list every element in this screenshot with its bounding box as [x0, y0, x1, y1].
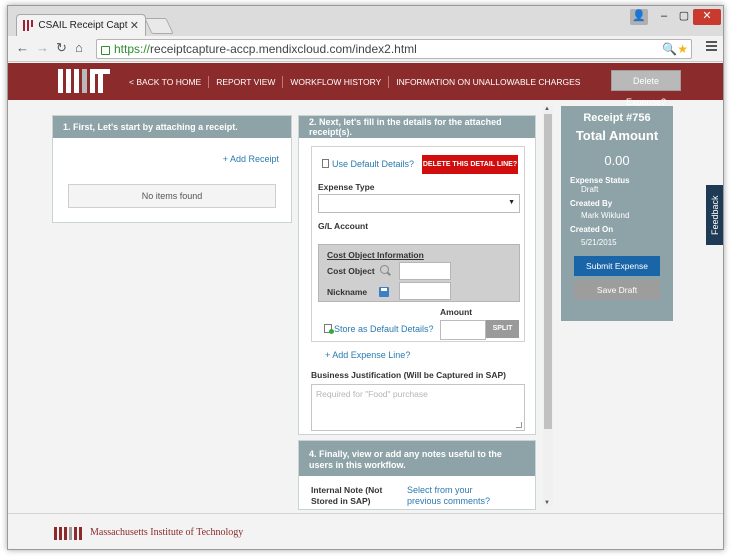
total-amount-label: Total Amount	[575, 128, 659, 143]
business-justification-label: Business Justification (Will be Captured…	[311, 370, 506, 380]
add-expense-line-link[interactable]: + Add Expense Line?	[325, 350, 410, 360]
site-header: < BACK TO HOME REPORT VIEW WORKFLOW HIST…	[8, 63, 723, 107]
mit-logo	[58, 69, 113, 93]
home-icon[interactable]: ⌂	[75, 40, 83, 55]
expense-status-value: Draft	[581, 185, 599, 194]
step2-title: 2. Next, let's fill in the details for t…	[299, 116, 535, 138]
url-scheme: https://	[114, 42, 151, 56]
created-by-value: Mark Wiklund	[581, 211, 630, 220]
amount-label: Amount	[440, 307, 473, 317]
delete-expense-button[interactable]: Delete Expense?	[611, 70, 681, 107]
user-icon[interactable]: 👤	[630, 9, 648, 25]
document-icon	[322, 159, 329, 168]
scroll-down-icon[interactable]: ▼	[544, 500, 550, 506]
nav-back-to-home[interactable]: < BACK TO HOME	[122, 76, 210, 88]
new-tab-button[interactable]	[144, 18, 174, 34]
amount-input[interactable]	[440, 320, 486, 340]
split-button[interactable]: SPLIT	[486, 320, 519, 338]
created-by-label: Created By	[570, 199, 613, 208]
attach-receipt-panel: 1. First, Let's start by attaching a rec…	[52, 115, 292, 223]
receipt-number: Receipt #756	[583, 112, 651, 124]
receipt-summary-panel: Receipt #756 Total Amount 0.00 Expense S…	[561, 106, 673, 321]
nav-report-view[interactable]: REPORT VIEW	[209, 76, 284, 88]
minimize-icon[interactable]: –	[657, 9, 671, 25]
nav-unallowable-charges[interactable]: INFORMATION ON UNALLOWABLE CHARGES	[389, 76, 587, 88]
expense-type-label: Expense Type	[318, 182, 375, 192]
add-receipt-link[interactable]: + Add Receipt	[223, 154, 279, 164]
browser-window: CSAIL Receipt Capture - C ✕ 👤 – ▢ ✕ ← → …	[7, 5, 724, 550]
notes-panel: 4. Finally, view or add any notes useful…	[298, 440, 536, 510]
star-icon[interactable]: ★	[677, 42, 688, 56]
nickname-label: Nickname	[327, 287, 368, 297]
scroll-up-icon[interactable]: ▲	[544, 106, 550, 112]
delete-detail-line-button[interactable]: DELETE THIS DETAIL LINE?	[422, 155, 518, 174]
mit-favicon-icon	[23, 20, 33, 31]
tab-strip: CSAIL Receipt Capture - C ✕ 👤 – ▢ ✕	[8, 6, 723, 36]
step4-title: 4. Finally, view or add any notes useful…	[299, 441, 535, 476]
detail-line: Use Default Details? DELETE THIS DETAIL …	[311, 146, 525, 342]
maximize-icon[interactable]: ▢	[677, 9, 691, 25]
dropdown-caret-icon: ▼	[508, 199, 515, 206]
back-arrow-icon[interactable]: ←	[16, 40, 29, 55]
cost-object-section: Cost Object Information Cost Object Nick…	[318, 244, 520, 302]
feedback-tab[interactable]: Feedback	[706, 185, 723, 245]
resize-handle-icon[interactable]	[516, 422, 522, 428]
page: < BACK TO HOME REPORT VIEW WORKFLOW HIST…	[8, 63, 723, 549]
business-justification-textarea[interactable]: Required for "Food" purchase	[311, 384, 525, 431]
no-items-message: No items found	[68, 184, 276, 208]
scroll-thumb[interactable]	[544, 114, 552, 429]
browser-tab[interactable]: CSAIL Receipt Capture - C ✕	[16, 14, 146, 36]
select-previous-comments-link[interactable]: Select from your previous comments?	[407, 485, 507, 507]
address-bar[interactable]: https:// receiptcapture-accp.mendixcloud…	[96, 39, 692, 59]
submit-expense-button[interactable]: Submit Expense	[574, 256, 660, 276]
save-disk-icon[interactable]	[379, 287, 389, 297]
reload-icon[interactable]: ↻	[56, 40, 67, 56]
nav-workflow-history[interactable]: WORKFLOW HISTORY	[283, 76, 390, 88]
browser-toolbar: ← → ↻ ⌂ https:// receiptcapture-accp.men…	[8, 36, 723, 62]
search-icon[interactable]	[380, 265, 389, 274]
tab-title: CSAIL Receipt Capture - C	[38, 20, 128, 31]
mit-footer-logo	[54, 527, 86, 540]
expense-type-select[interactable]: ▼	[318, 194, 520, 213]
created-on-value: 5/21/2015	[581, 238, 617, 247]
close-window-icon[interactable]: ✕	[693, 9, 721, 25]
close-tab-icon[interactable]: ✕	[130, 19, 139, 32]
cost-object-label: Cost Object	[327, 266, 375, 276]
store-doc-icon	[324, 324, 334, 334]
use-default-details-link[interactable]: Use Default Details?	[322, 159, 414, 169]
cost-object-info-title: Cost Object Information	[327, 250, 424, 260]
zoom-star-icons[interactable]: 🔍★	[662, 42, 688, 56]
internal-note-label: Internal Note (Not Stored in SAP)	[311, 485, 383, 506]
gl-account-label: G/L Account	[318, 221, 369, 231]
receipt-details-panel: 2. Next, let's fill in the details for t…	[298, 115, 536, 435]
cost-object-input[interactable]	[399, 262, 451, 280]
lock-icon	[101, 45, 110, 55]
forward-arrow-icon[interactable]: →	[36, 40, 49, 55]
step1-title: 1. First, Let's start by attaching a rec…	[53, 116, 291, 138]
page-scrollbar[interactable]: ▲ ▼	[543, 106, 553, 506]
total-amount-value: 0.00	[604, 153, 630, 168]
save-draft-button[interactable]: Save Draft	[574, 280, 660, 300]
created-on-label: Created On	[570, 225, 614, 234]
menu-icon[interactable]	[706, 41, 717, 53]
main-nav: < BACK TO HOME REPORT VIEW WORKFLOW HIST…	[122, 76, 587, 88]
footer-institution-name: Massachusetts Institute of Technology	[90, 527, 244, 538]
nickname-input[interactable]	[399, 282, 451, 300]
site-footer: Massachusetts Institute of Technology	[8, 513, 723, 549]
expense-status-label: Expense Status	[570, 176, 630, 185]
url-path: receiptcapture-accp.mendixcloud.com/inde…	[150, 42, 417, 56]
store-default-details-link[interactable]: Store as Default Details?	[324, 324, 434, 334]
